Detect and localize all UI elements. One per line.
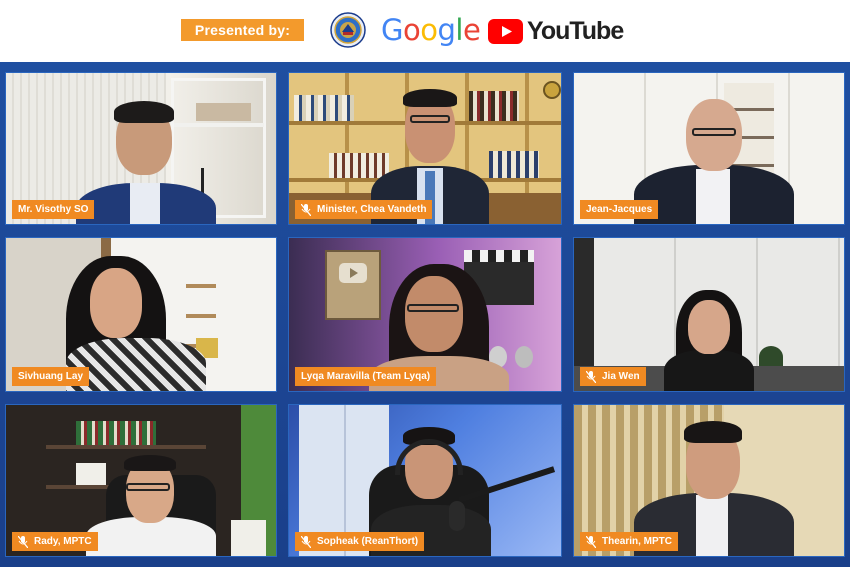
books (469, 91, 519, 121)
shirt (696, 495, 728, 556)
video-tile-visothy[interactable]: Mr. Visothy SO (5, 72, 277, 225)
printer (76, 463, 106, 485)
video-tile-jia-wen[interactable]: Jia Wen (573, 237, 845, 392)
google-logo: Google (381, 12, 481, 48)
google-letter-g2: g (437, 13, 456, 47)
mic-muted-icon (301, 535, 311, 548)
video-tile-sopheak[interactable]: Sopheak (ReanThort) (288, 404, 562, 557)
books (76, 421, 156, 445)
participant-name: Mr. Visothy SO (18, 204, 89, 215)
headphones-icon (395, 439, 463, 475)
video-tile-rady[interactable]: Rady, MPTC (5, 404, 277, 557)
play-button-award-icon (339, 263, 367, 283)
youtube-play-icon (488, 19, 523, 44)
clapper-stripes (464, 250, 534, 262)
nameplate: Mr. Visothy SO (12, 200, 95, 219)
video-tile-chea-vandeth[interactable]: Minister, Chea Vandeth (288, 72, 562, 225)
person-head (90, 268, 142, 338)
clock-icon (543, 81, 561, 99)
participant-name: Lyqa Maravilla (Team Lyqa) (301, 371, 431, 382)
books (489, 151, 539, 178)
plant-pot (231, 520, 266, 556)
books (329, 153, 389, 178)
nameplate: Jia Wen (580, 367, 646, 386)
youtube-wordmark: YouTube (527, 17, 624, 45)
participant-name: Jean-Jacques (586, 204, 653, 215)
person-head (688, 300, 730, 354)
participant-name: Sivhuang Lay (18, 371, 84, 382)
ministry-seal-icon (330, 12, 366, 48)
event-header: Presented by: Google YouTube (0, 0, 850, 62)
video-tile-sivhuang-lay[interactable]: Sivhuang Lay (5, 237, 277, 392)
person-head (405, 276, 463, 352)
hair (684, 421, 742, 443)
nameplate: Lyqa Maravilla (Team Lyqa) (295, 367, 437, 386)
video-tile-thearin[interactable]: Thearin, MPTC (573, 404, 845, 557)
glasses (410, 115, 450, 123)
person-body (86, 517, 216, 556)
nameplate: Sopheak (ReanThort) (295, 532, 425, 551)
nameplate: Jean-Jacques (580, 200, 659, 219)
shirt (130, 183, 160, 224)
hair (403, 89, 457, 107)
google-letter-l: l (455, 13, 463, 47)
video-tile-lyqa-maravilla[interactable]: Lyqa Maravilla (Team Lyqa) (288, 237, 562, 392)
mic-muted-icon (586, 535, 596, 548)
participant-name: Sopheak (ReanThort) (317, 536, 419, 547)
owl-figure (515, 346, 533, 368)
google-letter-o1: o (402, 13, 421, 47)
presented-by-label: Presented by: (181, 19, 304, 41)
studio-mic-icon (449, 501, 465, 531)
glasses (692, 128, 736, 136)
participant-name: Rady, MPTC (34, 536, 92, 547)
nameplate: Sivhuang Lay (12, 367, 90, 386)
mic-muted-icon (18, 535, 28, 548)
google-letter-o2: o (420, 13, 438, 47)
shirt (696, 169, 730, 224)
nameplate: Thearin, MPTC (580, 532, 679, 551)
home-sign (196, 103, 251, 121)
shelf (174, 123, 264, 127)
hair (124, 455, 176, 471)
video-tile-jean-jacques[interactable]: Jean-Jacques (573, 72, 845, 225)
google-letter-e: e (462, 13, 481, 47)
glasses (126, 483, 170, 491)
mic-muted-icon (586, 370, 596, 383)
nameplate: Minister, Chea Vandeth (295, 200, 433, 219)
hair (114, 101, 174, 123)
glasses (407, 304, 459, 312)
books (294, 95, 354, 121)
award-plaque (325, 250, 381, 320)
person-body (664, 350, 754, 391)
plant-icon (759, 346, 783, 368)
participant-name: Thearin, MPTC (602, 536, 673, 547)
shelf (46, 445, 206, 449)
mic-muted-icon (301, 203, 311, 216)
participant-name: Minister, Chea Vandeth (317, 204, 427, 215)
google-letter-g1: G (381, 13, 403, 47)
participant-name: Jia Wen (602, 371, 640, 382)
nameplate: Rady, MPTC (12, 532, 98, 551)
